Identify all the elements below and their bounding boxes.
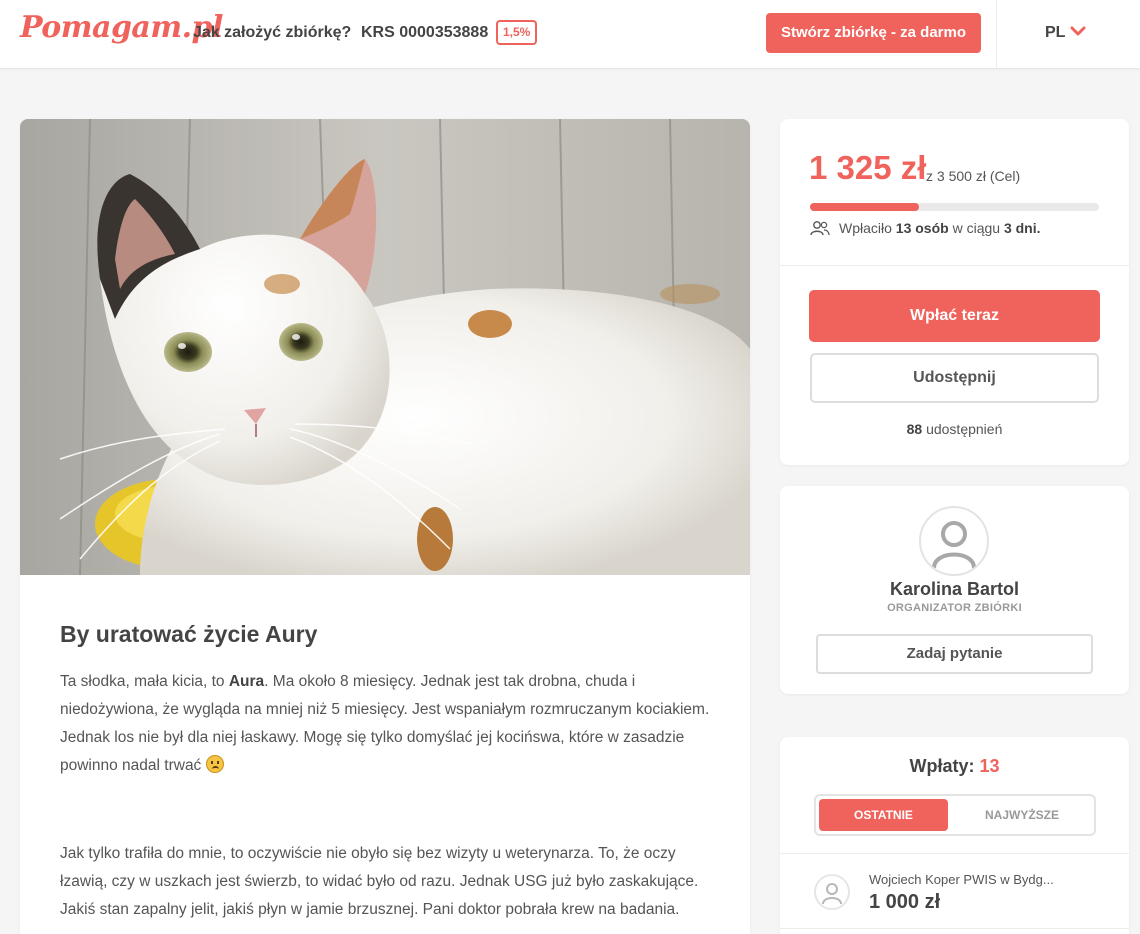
share-button[interactable]: Udostępnij bbox=[810, 353, 1099, 403]
donor-name: Wojciech Koper PWIS w Bydg... bbox=[869, 872, 1054, 887]
organizer-avatar bbox=[919, 506, 989, 576]
header-divider bbox=[996, 0, 997, 69]
tab-recent[interactable]: OSTATNIE bbox=[819, 799, 948, 831]
organizer-card: Karolina Bartol ORGANIZATOR ZBIÓRKI Zada… bbox=[780, 486, 1129, 694]
progress-bar bbox=[810, 203, 1099, 211]
ask-question-button[interactable]: Zadaj pytanie bbox=[816, 634, 1093, 674]
campaign-photo bbox=[20, 119, 750, 575]
campaign-title: By uratować życie Aury bbox=[60, 621, 318, 647]
payments-title: Wpłaty: 13 bbox=[909, 756, 1000, 776]
payments-card: Wpłaty: 13 OSTATNIE NAJWYŻSZE Wojciech K… bbox=[780, 737, 1129, 934]
chevron-down-icon[interactable] bbox=[1070, 25, 1086, 37]
list-divider bbox=[780, 928, 1129, 929]
organizer-role: ORGANIZATOR ZBIÓRKI bbox=[887, 602, 1022, 614]
donors-summary: Wpłaciło 13 osób w ciągu 3 dni. bbox=[839, 220, 1041, 236]
payments-tabs: OSTATNIE NAJWYŻSZE bbox=[814, 794, 1096, 836]
user-icon bbox=[932, 521, 976, 569]
campaign-card: By uratować życie Aury Ta słodka, mała k… bbox=[20, 119, 750, 934]
donor-avatar bbox=[814, 874, 850, 910]
campaign-description-1: Ta słodka, mała kicia, to Aura. Ma około… bbox=[60, 673, 710, 774]
funding-card: 1 325 zł z 3 500 zł (Cel) Wpłaciło 13 os… bbox=[780, 119, 1129, 465]
donate-now-button[interactable]: Wpłać teraz bbox=[809, 290, 1100, 342]
progress-bar-fill bbox=[810, 203, 920, 211]
share-count: 88 udostępnień bbox=[906, 421, 1003, 437]
campaign-description-2: Jak tylko trafiła do mnie, to oczywiście… bbox=[60, 845, 699, 918]
language-selector[interactable]: PL bbox=[1045, 24, 1065, 42]
how-to-create-link[interactable]: Jak założyć zbiórkę? bbox=[193, 24, 351, 42]
krs-percent-badge: 1,5% bbox=[496, 20, 538, 45]
sad-face-emoji-icon bbox=[205, 755, 224, 773]
krs-number: KRS 0000353888 bbox=[361, 24, 489, 41]
goal-text: z 3 500 zł (Cel) bbox=[926, 168, 1021, 184]
user-icon bbox=[822, 883, 842, 905]
top-header: Pomagam.pl Jak założyć zbiórkę? KRS 0000… bbox=[0, 0, 1140, 69]
donor-amount: 1 000 zł bbox=[869, 891, 941, 913]
tab-highest[interactable]: NAJWYŻSZE bbox=[956, 799, 1088, 831]
raised-amount: 1 325 zł bbox=[809, 149, 927, 186]
card-divider bbox=[780, 853, 1129, 854]
people-icon bbox=[810, 221, 830, 236]
card-divider bbox=[780, 265, 1129, 266]
organizer-name: Karolina Bartol bbox=[889, 579, 1020, 599]
create-fundraiser-button[interactable]: Stwórz zbiórkę - za darmo bbox=[766, 13, 981, 53]
